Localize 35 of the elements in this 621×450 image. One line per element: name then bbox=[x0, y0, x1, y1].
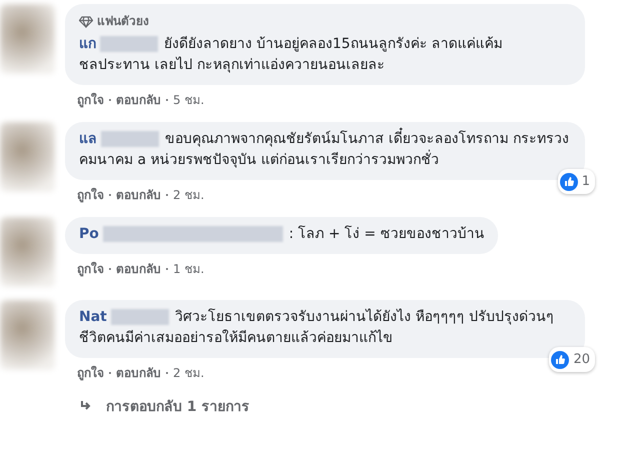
author-name[interactable]: Nat bbox=[79, 309, 107, 325]
reply-arrow-icon bbox=[80, 400, 92, 412]
reply-link[interactable]: ตอบกลับ bbox=[116, 90, 161, 109]
comment-text: แล ขอบคุณภาพจากคุณชัยรัตน์มโนภาส เดี๋ยวจะลองโทรถาม กระทรวงคมนาคม a หน่วยรพชปัจจุบัน แต่ก่อนเราเรียกว่ารวมพวกชั่ว bbox=[79, 129, 571, 171]
comment-text: Nat วิศวะโยธาเขตตรวจรับงานผ่านได้ยังไง หือๆๆๆๆ ปรับปรุงด่วนๆชีวิตคนมีค่าเสมออย่ารอให้มีคนตายแล้วค่อยมาแก้ไข bbox=[79, 308, 555, 348]
like-icon bbox=[560, 172, 578, 190]
like-link[interactable]: ถูกใจ bbox=[77, 259, 104, 278]
author-name[interactable]: Po bbox=[79, 226, 99, 242]
reaction-count[interactable]: 20 bbox=[549, 347, 595, 372]
timestamp: 2 ชม. bbox=[173, 365, 204, 382]
blurred-name bbox=[100, 36, 158, 52]
comment-text: แก ยังดียังลาดยาง บ้านอยู่คลอง15ถนนลูกรังค่ะ ลาดแค่แค้มชลประทาน เลยไป กะหลุกเท่าแอ่งควายนอนเลยละ bbox=[79, 35, 504, 75]
author-name[interactable]: แก bbox=[79, 36, 96, 52]
avatar bbox=[0, 4, 55, 74]
avatar bbox=[0, 300, 55, 370]
like-link[interactable]: ถูกใจ bbox=[77, 363, 104, 382]
fan-label: แฟนตัวยง bbox=[97, 13, 149, 30]
reply-link[interactable]: ตอบกลับ bbox=[116, 363, 161, 382]
blurred-name bbox=[110, 309, 169, 326]
avatar bbox=[0, 217, 55, 287]
reply-link[interactable]: ตอบกลับ bbox=[116, 185, 161, 204]
like-link[interactable]: ถูกใจ bbox=[77, 185, 104, 204]
timestamp: 5 ชม. bbox=[173, 92, 204, 109]
blurred-name bbox=[101, 131, 159, 148]
view-replies-link[interactable]: การตอบกลับ 1 รายการ bbox=[106, 395, 250, 417]
comment-text: Po : โลภ + โง่ = ซวยของชาวบ้าน bbox=[79, 224, 484, 244]
like-link[interactable]: ถูกใจ bbox=[77, 90, 104, 109]
diamond-icon bbox=[79, 16, 93, 28]
reaction-count[interactable]: 1 bbox=[558, 169, 595, 194]
author-name[interactable]: แล bbox=[79, 131, 97, 147]
timestamp: 2 ชม. bbox=[173, 187, 204, 204]
like-icon bbox=[551, 350, 570, 368]
timestamp: 1 ชม. bbox=[173, 261, 204, 278]
avatar bbox=[0, 122, 55, 192]
reply-link[interactable]: ตอบกลับ bbox=[116, 259, 161, 278]
